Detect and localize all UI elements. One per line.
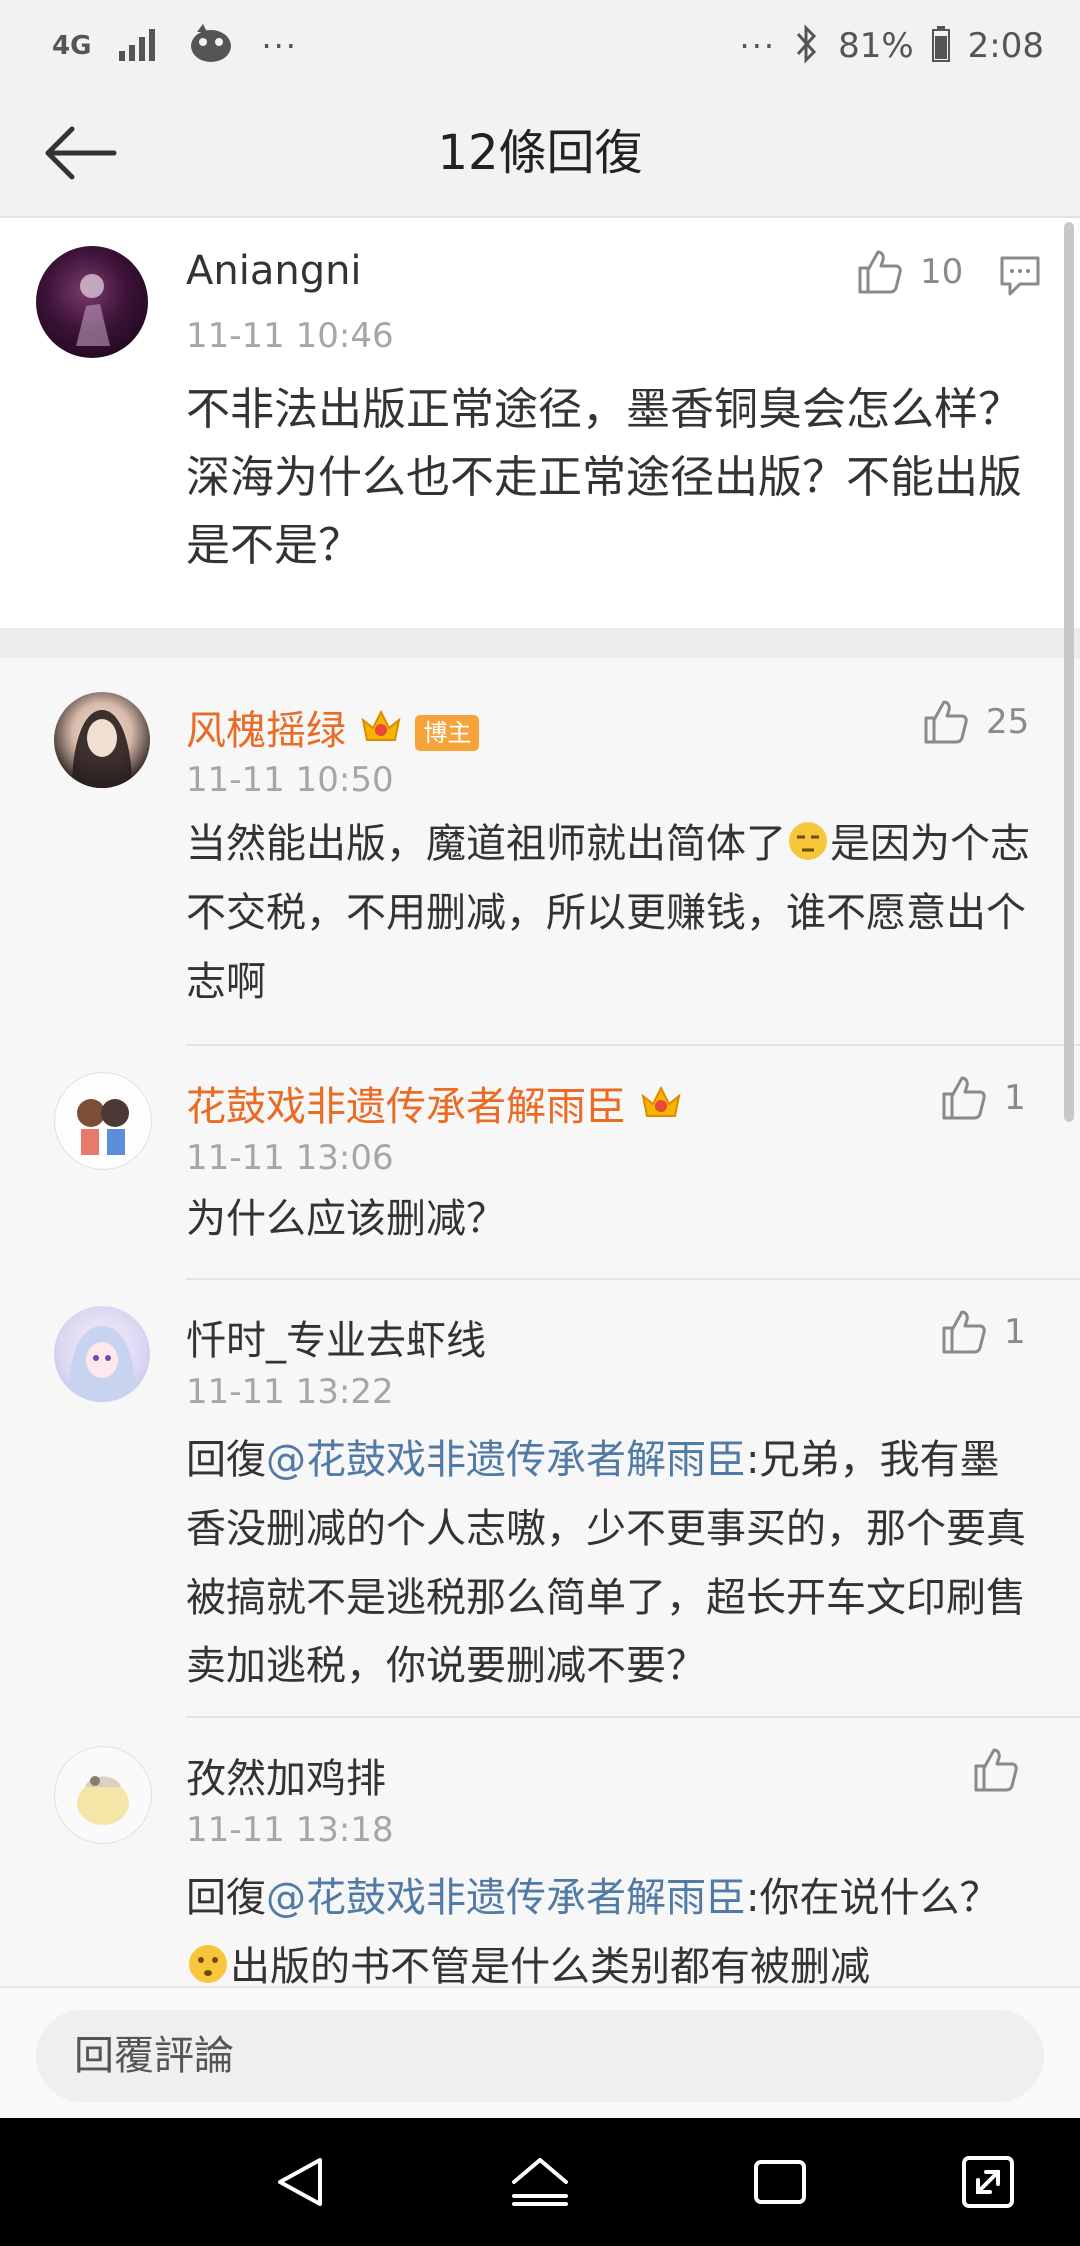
reply-text: 当然能出版，魔道祖师就出简体了 是因为个志不交税，不用删减，所以更赚钱，谁不愿意出… bbox=[186, 821, 1030, 1005]
crown-vip-icon bbox=[361, 709, 401, 741]
avatar[interactable] bbox=[36, 246, 148, 358]
like-count: 10 bbox=[920, 252, 964, 292]
system-nav-bar bbox=[0, 2118, 1080, 2246]
reply-text: 回復@花鼓戏非遗传承者解雨臣:兄弟，我有墨香没删减的个人志嗷，少不更事买的，那个… bbox=[186, 1437, 1026, 1690]
reply-text: 为什么应该删减？ bbox=[186, 1196, 506, 1242]
comment-time: 11-11 10:46 bbox=[186, 316, 394, 356]
like-count: 1 bbox=[1004, 1078, 1026, 1118]
mention-link[interactable]: @花鼓戏非遗传承者解雨臣 bbox=[266, 1437, 746, 1483]
avatar[interactable] bbox=[54, 1746, 152, 1844]
reply-author[interactable]: 忏时_专业去虾线 bbox=[186, 1308, 486, 1366]
like-button[interactable]: 1 bbox=[940, 1074, 1026, 1122]
reply-time: 11-11 10:50 bbox=[186, 760, 394, 800]
like-button[interactable]: 25 bbox=[922, 698, 1029, 746]
nav-recents-button[interactable] bbox=[740, 2142, 820, 2222]
nav-home-button[interactable] bbox=[500, 2142, 580, 2222]
nav-back-button[interactable] bbox=[260, 2142, 340, 2222]
like-button[interactable] bbox=[972, 1746, 1020, 1794]
avatar[interactable] bbox=[54, 692, 150, 788]
game-app-icon bbox=[187, 22, 235, 70]
reply-comment-button[interactable] bbox=[998, 254, 1042, 302]
divider bbox=[0, 628, 1080, 658]
signal-icon bbox=[117, 27, 161, 65]
nav-expand-button[interactable] bbox=[948, 2142, 1028, 2222]
reply-item[interactable]: 风槐摇绿 博主 11-11 10:50 25 当然能出版，魔道祖师就出简体了 是因… bbox=[0, 658, 1080, 1046]
thumbs-up-icon bbox=[942, 1310, 986, 1354]
like-button[interactable]: 1 bbox=[940, 1308, 1026, 1356]
thumbs-up-icon bbox=[974, 1748, 1018, 1792]
reply-item[interactable]: 孜然加鸡排 11-11 13:18 回復@花鼓戏非遗传承者解雨臣:你在说什么？出… bbox=[0, 1718, 1080, 1986]
reply-author[interactable]: 花鼓戏非遗传承者解雨臣 bbox=[186, 1074, 683, 1132]
sleepy-emoji-icon bbox=[789, 822, 827, 860]
like-count: 1 bbox=[1004, 1312, 1026, 1352]
bluetooth-icon bbox=[794, 24, 820, 68]
comment-thread[interactable]: Aniangni 11-11 10:46 10 不非法出版正常途径，墨香铜臭会怎… bbox=[0, 218, 1080, 1986]
reply-time: 11-11 13:18 bbox=[186, 1810, 394, 1850]
reply-list: 风槐摇绿 博主 11-11 10:50 25 当然能出版，魔道祖师就出简体了 是因… bbox=[0, 658, 1080, 1986]
mention-link[interactable]: @花鼓戏非遗传承者解雨臣 bbox=[266, 1875, 746, 1921]
comment-icon bbox=[1000, 256, 1040, 296]
scrollbar[interactable] bbox=[1064, 222, 1074, 1122]
reply-time: 11-11 13:06 bbox=[186, 1138, 394, 1178]
main-comment: Aniangni 11-11 10:46 10 不非法出版正常途径，墨香铜臭会怎… bbox=[0, 218, 1080, 628]
reply-prefix: 回復 bbox=[186, 1875, 266, 1921]
battery-icon bbox=[931, 26, 950, 66]
comment-author[interactable]: Aniangni bbox=[186, 248, 362, 294]
clock: 2:08 bbox=[967, 26, 1044, 66]
reply-input-bar: 回覆評論 bbox=[0, 1986, 1080, 2120]
title-bar: 12條回復 bbox=[0, 90, 1080, 218]
expand-icon bbox=[962, 2156, 1014, 2208]
reply-prefix: 回復 bbox=[186, 1437, 266, 1483]
reply-author[interactable]: 风槐摇绿 博主 bbox=[186, 698, 480, 756]
thumbs-up-icon bbox=[858, 250, 902, 294]
reply-item[interactable]: 花鼓戏非遗传承者解雨臣 11-11 13:06 1 为什么应该删减？ bbox=[0, 1046, 1080, 1280]
triangle-back-icon bbox=[278, 2158, 322, 2206]
reply-text: 回復@花鼓戏非遗传承者解雨臣:你在说什么？出版的书不管是什么类别都有被删减 bbox=[186, 1875, 1000, 1986]
reply-author[interactable]: 孜然加鸡排 bbox=[186, 1746, 386, 1804]
thumbs-up-icon bbox=[942, 1076, 986, 1120]
reply-time: 11-11 13:22 bbox=[186, 1372, 394, 1412]
network-type: 4G bbox=[52, 31, 92, 61]
more-notifications-icon: ··· bbox=[261, 27, 298, 65]
home-icon bbox=[512, 2158, 568, 2206]
author-badge: 博主 bbox=[415, 715, 480, 751]
crown-vip-icon bbox=[641, 1085, 681, 1117]
like-button[interactable]: 10 bbox=[856, 248, 963, 296]
reply-item[interactable]: 忏时_专业去虾线 11-11 13:22 1 回復@花鼓戏非遗传承者解雨臣:兄弟… bbox=[0, 1280, 1080, 1718]
battery-percent: 81% bbox=[838, 26, 914, 66]
like-count: 25 bbox=[986, 702, 1030, 742]
status-dots-icon: ··· bbox=[739, 27, 777, 65]
reply-input[interactable]: 回覆評論 bbox=[36, 2010, 1044, 2102]
thumbs-up-icon bbox=[924, 700, 968, 744]
recents-icon bbox=[754, 2160, 806, 2204]
confused-emoji-icon bbox=[189, 1944, 227, 1983]
avatar[interactable] bbox=[54, 1072, 152, 1170]
status-bar: 4G ··· ··· 81% 2:08 bbox=[0, 0, 1080, 90]
page-title: 12條回復 bbox=[437, 125, 643, 181]
avatar[interactable] bbox=[54, 1306, 150, 1402]
comment-text: 不非法出版正常途径，墨香铜臭会怎么样？深海为什么也不走正常途径出版？不能出版是不… bbox=[186, 384, 1022, 572]
reply-input-placeholder: 回覆評論 bbox=[74, 2033, 234, 2079]
